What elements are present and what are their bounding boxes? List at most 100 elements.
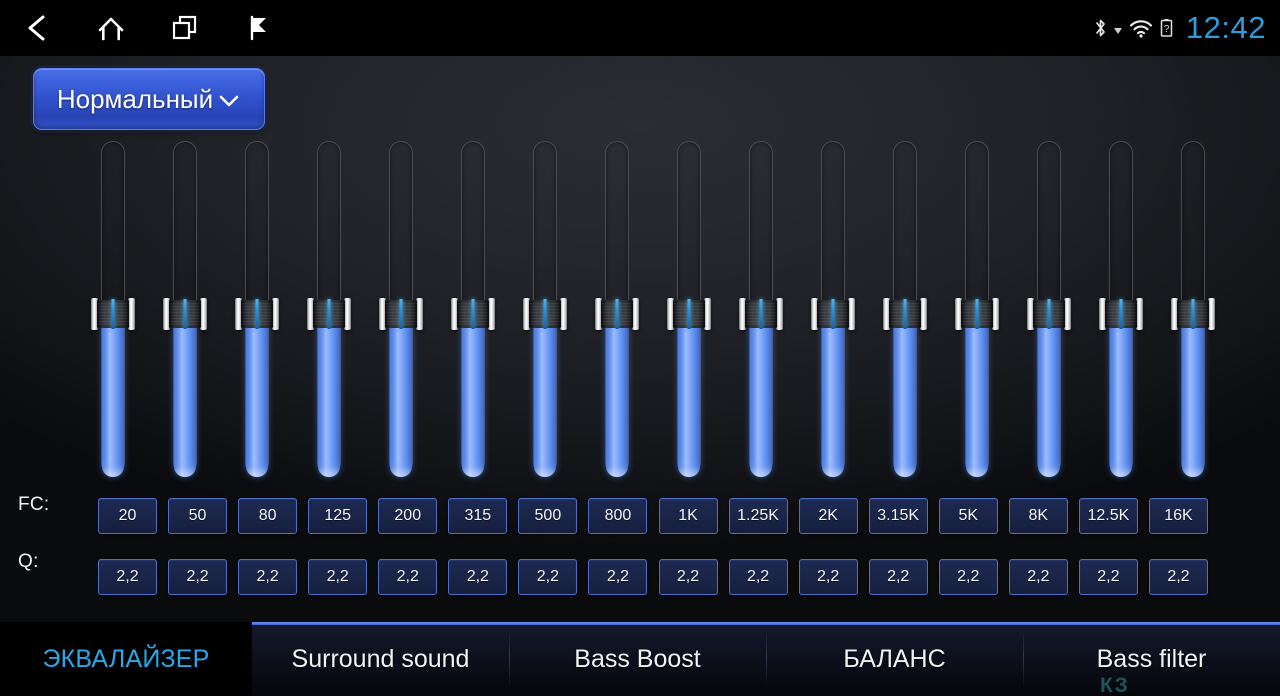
fc-row-label: FC: <box>18 494 50 515</box>
fc-cell[interactable]: 8K <box>1008 498 1068 534</box>
fc-cell[interactable]: 16K <box>1148 498 1208 534</box>
eq-slider-50[interactable] <box>163 137 207 481</box>
slider-thumb-cap-right <box>1136 298 1143 331</box>
q-cell[interactable]: 2,2 <box>938 559 998 595</box>
fc-cell[interactable]: 125 <box>308 498 368 534</box>
preset-dropdown-button[interactable]: Нормальный <box>33 68 265 130</box>
slider-thumb[interactable] <box>451 298 495 331</box>
slider-fill <box>1038 321 1060 477</box>
navigation-buttons <box>0 0 296 56</box>
slider-thumb[interactable] <box>739 298 783 331</box>
slider-thumb[interactable] <box>595 298 639 331</box>
slider-thumb-cap-right <box>992 298 999 331</box>
fc-cell[interactable]: 800 <box>588 498 648 534</box>
q-cell[interactable]: 2,2 <box>1078 559 1138 595</box>
slider-thumb-indicator <box>471 299 475 330</box>
tab-bass-boost[interactable]: Bass Boost <box>509 622 766 696</box>
status-bar: ? 12:42 <box>0 0 1280 56</box>
eq-slider-2k[interactable] <box>811 137 855 481</box>
fc-cell[interactable]: 2K <box>798 498 858 534</box>
home-button[interactable] <box>74 0 148 56</box>
back-button[interactable] <box>0 0 74 56</box>
eq-slider-125[interactable] <box>307 137 351 481</box>
q-cell[interactable]: 2,2 <box>448 559 508 595</box>
tab-баланс[interactable]: БАЛАНС <box>766 622 1023 696</box>
flag-button[interactable] <box>222 0 296 56</box>
eq-slider-1k[interactable] <box>667 137 711 481</box>
tab-bass-filter[interactable]: Bass filter <box>1023 622 1280 696</box>
q-cell[interactable]: 2,2 <box>728 559 788 595</box>
eq-slider-5k[interactable] <box>955 137 999 481</box>
fc-cell[interactable]: 3.15K <box>868 498 928 534</box>
eq-slider-80[interactable] <box>235 137 279 481</box>
slider-thumb[interactable] <box>523 298 567 331</box>
slider-thumb[interactable] <box>1171 298 1215 331</box>
slider-thumb[interactable] <box>163 298 207 331</box>
fc-cell[interactable]: 80 <box>238 498 298 534</box>
q-cell[interactable]: 2,2 <box>98 559 157 595</box>
tab-label: ЭКВАЛАЙЗЕР <box>42 644 210 673</box>
fc-cell[interactable]: 50 <box>168 498 228 534</box>
q-cell[interactable]: 2,2 <box>308 559 368 595</box>
slider-thumb-indicator <box>1191 299 1195 330</box>
svg-text:?: ? <box>1164 24 1170 35</box>
eq-slider-500[interactable] <box>523 137 567 481</box>
slider-thumb-cap-right <box>920 298 927 331</box>
bluetooth-icon <box>1093 17 1108 39</box>
eq-slider-8k[interactable] <box>1027 137 1071 481</box>
slider-thumb-cap-right <box>848 298 855 331</box>
fc-cell[interactable]: 5K <box>938 498 998 534</box>
q-cell[interactable]: 2,2 <box>658 559 718 595</box>
eq-slider-16k[interactable] <box>1171 137 1215 481</box>
slider-thumb[interactable] <box>1099 298 1143 331</box>
slider-thumb-cap-right <box>560 298 567 331</box>
fc-cell[interactable]: 20 <box>98 498 157 534</box>
q-cell[interactable]: 2,2 <box>168 559 228 595</box>
fc-value-row: 20 50 80 125 200 315 500 800 1K 1.25K 2K 3.15K 5K 8K 1… <box>98 498 1208 534</box>
q-cell[interactable]: 2,2 <box>238 559 298 595</box>
fc-cell[interactable]: 315 <box>448 498 508 534</box>
tab-эквалайзер[interactable]: ЭКВАЛАЙЗЕР <box>0 622 252 696</box>
eq-slider-315[interactable] <box>451 137 495 481</box>
slider-thumb-indicator <box>543 299 547 330</box>
tab-surround-sound[interactable]: Surround sound <box>252 622 509 696</box>
slider-fill <box>1110 321 1132 477</box>
q-cell[interactable]: 2,2 <box>798 559 858 595</box>
recents-icon <box>170 13 200 43</box>
slider-fill <box>966 321 988 477</box>
q-cell[interactable]: 2,2 <box>378 559 438 595</box>
q-cell[interactable]: 2,2 <box>588 559 648 595</box>
slider-thumb[interactable] <box>883 298 927 331</box>
slider-thumb[interactable] <box>307 298 351 331</box>
slider-thumb-indicator <box>327 299 331 330</box>
eq-slider-12.5k[interactable] <box>1099 137 1143 481</box>
q-cell[interactable]: 2,2 <box>1008 559 1068 595</box>
fc-cell[interactable]: 1.25K <box>728 498 788 534</box>
signal-triangle-icon <box>1113 18 1123 38</box>
slider-thumb[interactable] <box>235 298 279 331</box>
eq-slider-800[interactable] <box>595 137 639 481</box>
slider-thumb-indicator <box>615 299 619 330</box>
slider-thumb[interactable] <box>811 298 855 331</box>
q-cell[interactable]: 2,2 <box>518 559 578 595</box>
slider-thumb[interactable] <box>91 298 135 331</box>
eq-slider-1.25k[interactable] <box>739 137 783 481</box>
slider-fill <box>534 321 556 477</box>
eq-slider-20[interactable] <box>91 137 135 481</box>
slider-thumb[interactable] <box>667 298 711 331</box>
eq-slider-200[interactable] <box>379 137 423 481</box>
slider-thumb-cap-right <box>776 298 783 331</box>
eq-slider-3.15k[interactable] <box>883 137 927 481</box>
recents-button[interactable] <box>148 0 222 56</box>
fc-cell[interactable]: 12.5K <box>1078 498 1138 534</box>
q-cell[interactable]: 2,2 <box>868 559 928 595</box>
fc-cell[interactable]: 500 <box>518 498 578 534</box>
q-cell[interactable]: 2,2 <box>1148 559 1208 595</box>
chevron-down-icon <box>217 93 241 109</box>
slider-thumb[interactable] <box>379 298 423 331</box>
slider-thumb[interactable] <box>955 298 999 331</box>
fc-cell[interactable]: 1K <box>658 498 718 534</box>
slider-thumb[interactable] <box>1027 298 1071 331</box>
fc-cell[interactable]: 200 <box>378 498 438 534</box>
equalizer-screen: ? 12:42 Нормальный FC: 20 50 80 125 200 315 50… <box>0 0 1280 696</box>
